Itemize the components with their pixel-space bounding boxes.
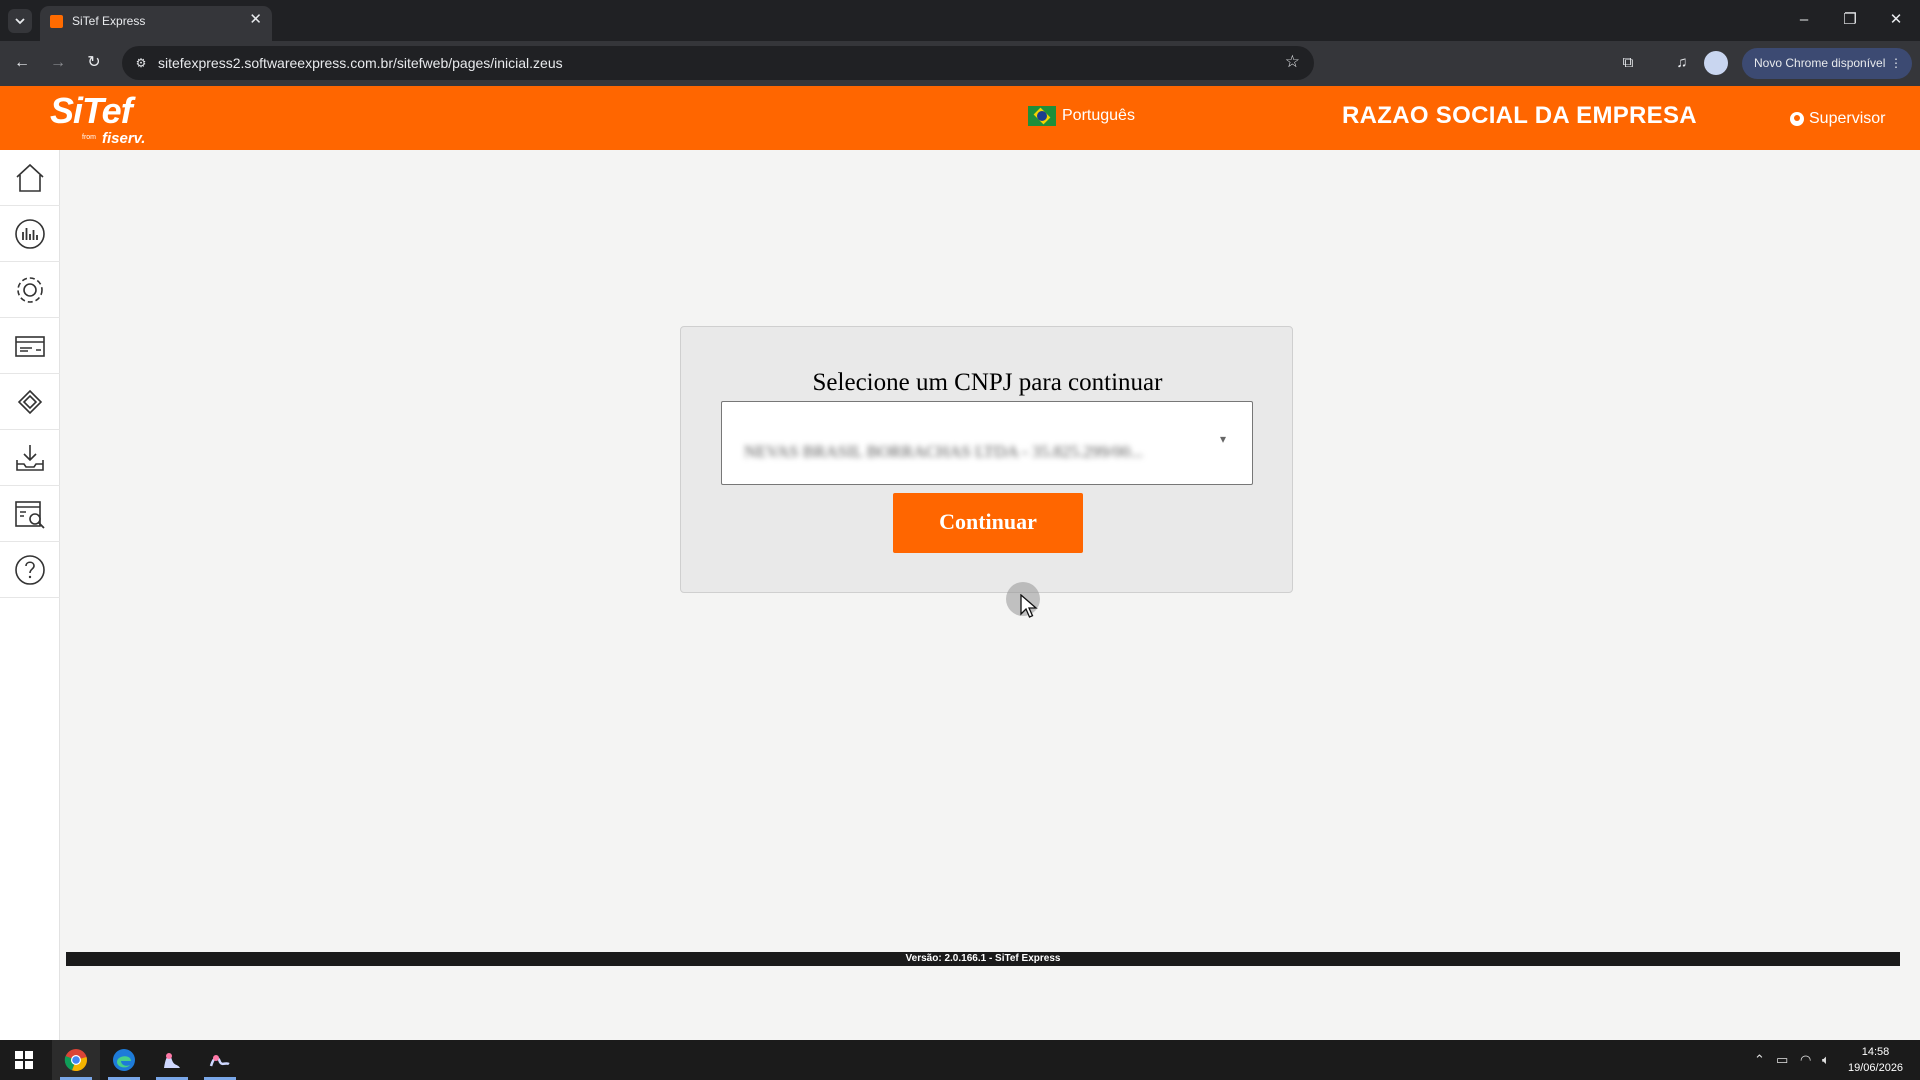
cnpj-select[interactable]: NEVAS BRASIL BORRACHAS LTDA - 35.825.299… bbox=[721, 401, 1253, 485]
tab-list-button[interactable] bbox=[8, 9, 32, 33]
clock-date: 19/06/2026 bbox=[1848, 1062, 1904, 1074]
windows-taskbar: ⌃ ▭ ◠ 🔈︎ 14:58 19/06/2026 bbox=[0, 1040, 1920, 1080]
taskbar-app-3[interactable] bbox=[148, 1040, 196, 1080]
sitef-logo[interactable]: SiTef from fiserv. bbox=[50, 90, 145, 147]
minimize-icon[interactable]: – bbox=[1794, 10, 1814, 30]
menu-dots-icon: ⋮ bbox=[1890, 56, 1902, 70]
app-icon bbox=[209, 1055, 230, 1067]
report-search-icon bbox=[15, 500, 45, 529]
chart-icon bbox=[15, 218, 45, 249]
sitef-favicon-icon bbox=[50, 15, 63, 28]
taskbar-chrome[interactable] bbox=[52, 1040, 100, 1080]
taskbar-clock[interactable]: 14:58 19/06/2026 bbox=[1848, 1044, 1903, 1076]
back-icon[interactable]: ← bbox=[10, 51, 34, 75]
app-icon bbox=[164, 1053, 180, 1068]
card-icon bbox=[15, 335, 45, 357]
start-button[interactable] bbox=[0, 1040, 48, 1080]
home-icon bbox=[16, 163, 44, 192]
cnpj-select-value: NEVAS BRASIL BORRACHAS LTDA - 35.825.299… bbox=[744, 442, 1143, 461]
user-icon bbox=[1790, 112, 1804, 126]
windows-logo-icon bbox=[15, 1051, 33, 1069]
cnpj-selection-card: Selecione um CNPJ para continuar NEVAS B… bbox=[680, 326, 1293, 593]
url-text[interactable]: sitefexpress2.softwareexpress.com.br/sit… bbox=[158, 55, 563, 71]
brazil-flag-icon bbox=[1028, 106, 1056, 126]
volume-icon[interactable]: 🔈︎ bbox=[1822, 1052, 1830, 1068]
media-control-icon[interactable]: ♫ bbox=[1670, 51, 1694, 75]
tab-title: SiTef Express bbox=[72, 14, 146, 28]
bookmark-star-icon[interactable]: ☆ bbox=[1285, 52, 1300, 72]
logo-text: SiTef bbox=[50, 90, 133, 131]
sidebar-item-search-reports[interactable] bbox=[0, 486, 60, 542]
browser-toolbar: ← → ↻ ⚙ sitefexpress2.softwareexpress.co… bbox=[0, 41, 1920, 86]
clock-time: 14:58 bbox=[1861, 1046, 1890, 1058]
reload-icon[interactable]: ↻ bbox=[82, 51, 106, 75]
window-close-icon[interactable]: ✕ bbox=[1886, 10, 1906, 30]
site-info-icon[interactable]: ⚙ bbox=[130, 52, 152, 74]
diamond-icon bbox=[17, 389, 43, 414]
taskbar-app-4[interactable] bbox=[196, 1040, 244, 1080]
chevron-down-icon bbox=[15, 18, 25, 25]
sidebar-item-downloads[interactable] bbox=[0, 430, 60, 486]
browser-tab-bar: SiTef Express ✕ – ❐ ✕ bbox=[0, 0, 1920, 41]
battery-icon[interactable]: ▭ bbox=[1776, 1052, 1788, 1068]
taskbar-edge[interactable] bbox=[100, 1040, 148, 1080]
logo-from: from bbox=[82, 134, 96, 141]
forward-icon[interactable]: → bbox=[46, 51, 70, 75]
sidebar-item-reports[interactable] bbox=[0, 206, 60, 262]
update-label: Novo Chrome disponível bbox=[1754, 56, 1886, 70]
profile-avatar[interactable] bbox=[1704, 51, 1728, 75]
sidebar-item-settings[interactable] bbox=[0, 262, 60, 318]
sidebar-item-home[interactable] bbox=[0, 150, 60, 206]
sidebar-item-cards[interactable] bbox=[0, 318, 60, 374]
tab-close-icon[interactable]: ✕ bbox=[249, 11, 262, 29]
user-menu[interactable]: Supervisor bbox=[1790, 110, 1885, 128]
user-label: Supervisor bbox=[1809, 110, 1886, 127]
company-name: RAZAO SOCIAL DA EMPRESA bbox=[1342, 102, 1697, 129]
sidebar-item-help[interactable] bbox=[0, 542, 60, 598]
version-footer: Versão: 2.0.166.1 - SiTef Express bbox=[66, 952, 1900, 966]
wifi-icon[interactable]: ◠ bbox=[1800, 1052, 1811, 1068]
app-header: SiTef from fiserv. Português RAZAO SOCIA… bbox=[0, 86, 1920, 150]
address-bar[interactable]: ⚙ sitefexpress2.softwareexpress.com.br/s… bbox=[122, 46, 1314, 80]
chrome-update-button[interactable]: Novo Chrome disponível ⋮ bbox=[1742, 48, 1912, 79]
logo-brand: fiserv. bbox=[102, 130, 146, 147]
language-selector[interactable]: Português bbox=[1028, 106, 1135, 126]
sidebar-item-products[interactable] bbox=[0, 374, 60, 430]
extensions-icon[interactable]: ⧉ bbox=[1616, 51, 1640, 75]
restore-icon[interactable]: ❐ bbox=[1840, 10, 1860, 30]
edge-icon bbox=[113, 1049, 135, 1071]
gear-icon bbox=[17, 276, 43, 303]
continue-button[interactable]: Continuar bbox=[893, 493, 1083, 553]
mouse-cursor-icon bbox=[1020, 594, 1038, 618]
download-icon bbox=[16, 444, 44, 471]
browser-tab[interactable]: SiTef Express ✕ bbox=[40, 6, 272, 41]
dropdown-arrow-icon: ▾ bbox=[1219, 432, 1226, 446]
tray-expand-icon[interactable]: ⌃ bbox=[1754, 1052, 1765, 1068]
sidebar bbox=[0, 150, 60, 1040]
chrome-icon bbox=[64, 1049, 87, 1072]
help-icon bbox=[15, 554, 45, 585]
card-title: Selecione um CNPJ para continuar bbox=[812, 369, 1163, 396]
language-label: Português bbox=[1062, 107, 1135, 124]
